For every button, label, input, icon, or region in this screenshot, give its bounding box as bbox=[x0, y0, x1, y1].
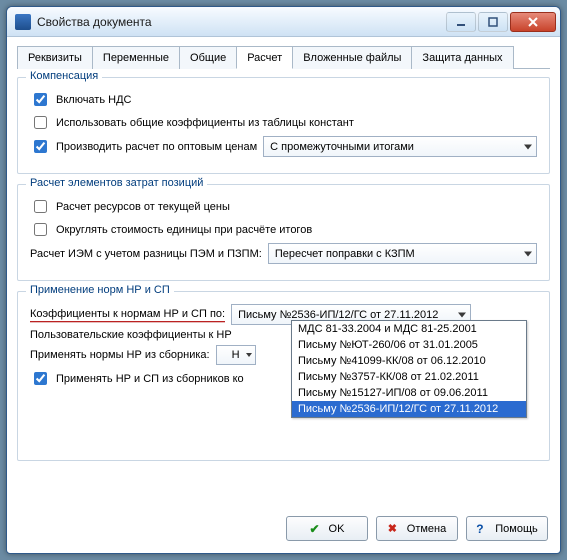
dropdown-option[interactable]: МДС 81-33.2004 и МДС 81-25.2001 bbox=[292, 321, 526, 337]
group-cost-elements: Расчет элементов затрат позиций Расчет р… bbox=[17, 184, 550, 281]
tab-strip: Реквизиты Переменные Общие Расчет Вложен… bbox=[17, 45, 550, 69]
select-wholesale[interactable]: С промежуточными итогами bbox=[263, 136, 537, 157]
help-icon bbox=[476, 522, 490, 536]
minimize-icon bbox=[456, 17, 466, 27]
help-button[interactable]: Помощь bbox=[466, 516, 548, 541]
checkbox-global-coeffs[interactable] bbox=[34, 116, 47, 129]
checkbox-calc-current-price[interactable] bbox=[34, 200, 47, 213]
dropdown-option[interactable]: Письму №41099-КК/08 от 06.12.2010 bbox=[292, 353, 526, 369]
window-controls bbox=[446, 12, 556, 32]
close-icon bbox=[527, 17, 539, 27]
chevron-down-icon bbox=[524, 251, 532, 256]
checkbox-include-vat[interactable] bbox=[34, 93, 47, 106]
checkbox-round-unit-cost[interactable] bbox=[34, 223, 47, 236]
select-iem-value: Пересчет поправки с КЗПМ bbox=[275, 248, 415, 260]
help-label: Помощь bbox=[495, 523, 538, 535]
dialog-window: Свойства документа Реквизиты Переменные … bbox=[6, 6, 561, 554]
select-coeff-value: Письму №2536-ИП/12/ГС от 27.11.2012 bbox=[238, 309, 438, 321]
cancel-label: Отмена bbox=[407, 523, 446, 535]
dropdown-coeff-list[interactable]: МДС 81-33.2004 и МДС 81-25.2001 Письму №… bbox=[291, 320, 527, 418]
label-wholesale: Производить расчет по оптовым ценам bbox=[56, 141, 257, 153]
select-small-collection[interactable]: Н bbox=[216, 345, 256, 365]
maximize-button[interactable] bbox=[478, 12, 508, 32]
dropdown-option[interactable]: Письму №ЮТ-260/06 от 31.01.2005 bbox=[292, 337, 526, 353]
tab-zashchita-dannykh[interactable]: Защита данных bbox=[411, 46, 513, 69]
chevron-down-icon bbox=[246, 353, 252, 357]
minimize-button[interactable] bbox=[446, 12, 476, 32]
label-coeff-nr-sp: Коэффициенты к нормам НР и СП по: bbox=[30, 308, 225, 322]
label-iem: Расчет ИЭМ с учетом разницы ПЭМ и ПЗПМ: bbox=[30, 248, 262, 260]
titlebar: Свойства документа bbox=[7, 7, 560, 37]
x-icon bbox=[388, 522, 402, 536]
select-small-value: Н bbox=[232, 349, 240, 361]
group-compensation: Компенсация Включать НДС Использовать об… bbox=[17, 77, 550, 174]
select-iem[interactable]: Пересчет поправки с КЗПМ bbox=[268, 243, 537, 264]
label-apply-from-collection: Применять нормы НР из сборника: bbox=[30, 349, 210, 361]
label-apply-collections: Применять НР и СП из сборников ко bbox=[56, 373, 244, 385]
chevron-down-icon bbox=[524, 144, 532, 149]
legend-nr-sp: Применение норм НР и СП bbox=[26, 284, 174, 296]
checkbox-wholesale[interactable] bbox=[34, 140, 47, 153]
check-icon bbox=[310, 522, 324, 536]
dropdown-option[interactable]: Письму №15127-ИП/08 от 09.06.2011 bbox=[292, 385, 526, 401]
tab-rekvizity[interactable]: Реквизиты bbox=[17, 46, 93, 69]
select-wholesale-value: С промежуточными итогами bbox=[270, 141, 414, 153]
label-calc-current-price: Расчет ресурсов от текущей цены bbox=[56, 201, 230, 213]
tab-peremennye[interactable]: Переменные bbox=[92, 46, 180, 69]
label-custom-coeffs: Пользовательские коэффициенты к НР bbox=[30, 329, 232, 341]
maximize-icon bbox=[488, 17, 498, 27]
ok-button[interactable]: OK bbox=[286, 516, 368, 541]
legend-compensation: Компенсация bbox=[26, 70, 102, 82]
ok-label: OK bbox=[329, 523, 345, 535]
legend-cost-elements: Расчет элементов затрат позиций bbox=[26, 177, 207, 189]
chevron-down-icon bbox=[458, 312, 466, 317]
tab-raschet[interactable]: Расчет bbox=[236, 46, 293, 69]
cancel-button[interactable]: Отмена bbox=[376, 516, 458, 541]
dropdown-option-selected[interactable]: Письму №2536-ИП/12/ГС от 27.11.2012 bbox=[292, 401, 526, 417]
client-area: Реквизиты Переменные Общие Расчет Вложен… bbox=[7, 37, 560, 481]
label-round-unit-cost: Округлять стоимость единицы при расчёте … bbox=[56, 224, 312, 236]
label-global-coeffs: Использовать общие коэффициенты из табли… bbox=[56, 117, 354, 129]
checkbox-apply-collections[interactable] bbox=[34, 372, 47, 385]
dropdown-option[interactable]: Письму №3757-КК/08 от 21.02.2011 bbox=[292, 369, 526, 385]
close-button[interactable] bbox=[510, 12, 556, 32]
group-nr-sp: Применение норм НР и СП Коэффициенты к н… bbox=[17, 291, 550, 461]
tab-vlozhennye-fajly[interactable]: Вложенные файлы bbox=[292, 46, 412, 69]
app-icon bbox=[15, 14, 31, 30]
label-include-vat: Включать НДС bbox=[56, 94, 131, 106]
window-title: Свойства документа bbox=[37, 15, 446, 29]
dialog-buttons: OK Отмена Помощь bbox=[286, 516, 548, 541]
tab-obshchie[interactable]: Общие bbox=[179, 46, 237, 69]
